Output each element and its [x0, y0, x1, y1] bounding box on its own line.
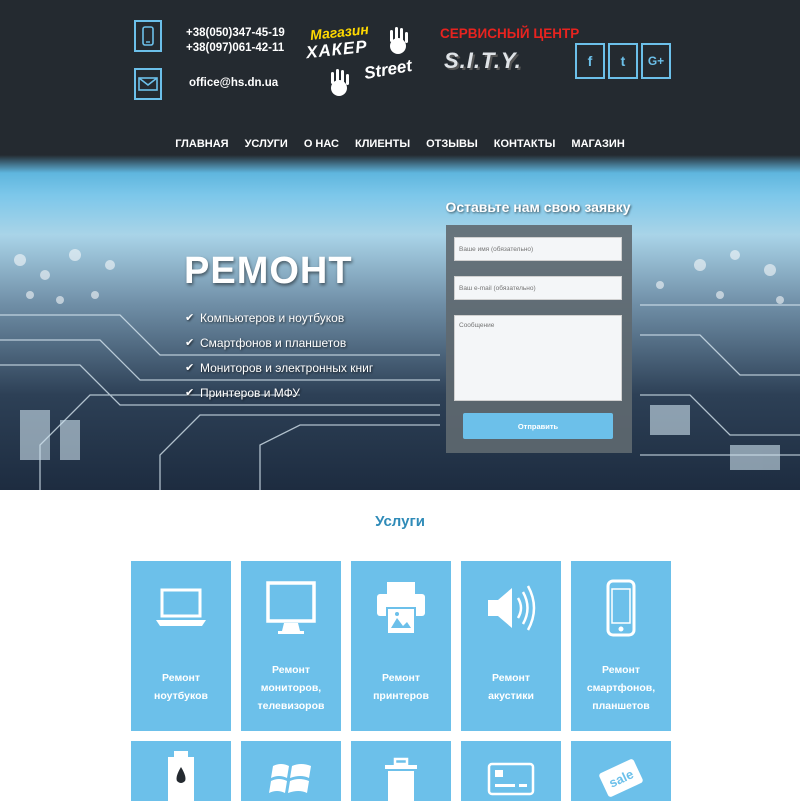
label-line: ноутбуков	[154, 690, 208, 702]
printer-icon	[351, 573, 451, 643]
label-line: смартфонов,	[586, 682, 656, 694]
handprint-icon	[390, 27, 408, 54]
monitor-icon	[241, 573, 341, 643]
request-form: Отправить	[446, 225, 632, 453]
circuit-board-background	[0, 249, 800, 490]
site-header: +38(050)347-45-19 +38(097)061-42-11 offi…	[0, 0, 800, 155]
service-tile-windows[interactable]	[241, 741, 341, 801]
nav-services[interactable]: УСЛУГИ	[245, 138, 288, 150]
hero-list-item: ✔ Компьютеров и ноутбуков	[185, 305, 373, 330]
label-line: Ремонт	[382, 672, 420, 684]
name-field[interactable]	[454, 237, 622, 261]
service-tile-cleaning[interactable]	[351, 741, 451, 801]
nav-home[interactable]: ГЛАВНАЯ	[175, 138, 228, 150]
services-section-title: Услуги	[375, 513, 425, 530]
hero-banner: РЕМОНТ ✔ Компьютеров и ноутбуков ✔ Смартфо…	[0, 155, 800, 490]
hero-list-item-text: Компьютеров и ноутбуков	[200, 310, 345, 325]
main-nav: ГЛАВНАЯ УСЛУГИ О НАС КЛИЕНТЫ ОТЗЫВЫ КОНТ…	[0, 138, 800, 150]
service-tile-label: Ремонт ноутбуков	[135, 669, 227, 705]
check-icon: ✔	[185, 312, 195, 324]
laptop-icon	[131, 573, 231, 643]
service-tile-speakers[interactable]: Ремонт акустики	[461, 561, 561, 731]
service-tile-laptops[interactable]: Ремонт ноутбуков	[131, 561, 231, 731]
check-icon: ✔	[185, 362, 195, 374]
google-plus-icon[interactable]: G+	[641, 43, 671, 79]
email-link[interactable]: office@hs.dn.ua	[189, 77, 278, 89]
phone-number-1[interactable]: +38(050)347-45-19	[186, 26, 285, 41]
facebook-glyph: f	[587, 53, 593, 69]
label-line: принтеров	[373, 690, 429, 702]
hero-title: РЕМОНТ	[184, 250, 353, 292]
message-field[interactable]	[454, 315, 622, 401]
phone-numbers: +38(050)347-45-19 +38(097)061-42-11	[186, 26, 285, 56]
hacker-street-logo[interactable]: Магазин ХАКЕР Street	[302, 21, 430, 104]
label-line: акустики	[488, 690, 534, 702]
service-tile-label: Ремонт смартфонов, планшетов	[575, 661, 667, 715]
label-line: Ремонт	[162, 672, 200, 684]
hero-list-item-text: Смартфонов и планшетов	[200, 335, 347, 350]
trash-icon	[351, 757, 451, 801]
nav-clients[interactable]: КЛИЕНТЫ	[355, 138, 410, 150]
phone-number-2[interactable]: +38(097)061-42-11	[186, 41, 285, 56]
logo-service-line2: S.I.T.Y.	[444, 48, 522, 73]
nav-reviews[interactable]: ОТЗЫВЫ	[426, 138, 478, 150]
submit-button[interactable]: Отправить	[463, 413, 613, 439]
sale-tag-icon: sale	[571, 755, 671, 801]
nav-contacts[interactable]: КОНТАКТЫ	[494, 138, 556, 150]
smartphone-icon	[571, 573, 671, 643]
mail-icon	[134, 68, 162, 100]
hero-services-list: ✔ Компьютеров и ноутбуков ✔ Смартфонов и п…	[185, 305, 373, 405]
hero-list-item: ✔ Мониторов и электронных книг	[185, 355, 373, 380]
service-tile-smartphones[interactable]: Ремонт смартфонов, планшетов	[571, 561, 671, 731]
service-tile-label: Ремонт мониторов, телевизоров	[245, 661, 337, 715]
hero-list-item-text: Мониторов и электронных книг	[200, 360, 374, 375]
service-tile-payment[interactable]	[461, 741, 561, 801]
label-line: Ремонт	[272, 664, 310, 676]
twitter-icon[interactable]: t	[608, 43, 638, 79]
service-tile-printers[interactable]: Ремонт принтеров	[351, 561, 451, 731]
handprint-icon	[331, 69, 349, 96]
phone-icon	[134, 20, 162, 52]
speaker-icon	[461, 573, 561, 643]
label-line: Ремонт	[602, 664, 640, 676]
logo-service-line1: СЕРВИСНЫЙ ЦЕНТР	[440, 26, 580, 41]
hero-list-item: ✔ Принтеров и МФУ	[185, 380, 373, 405]
twitter-glyph: t	[620, 53, 626, 69]
credit-card-icon	[461, 755, 561, 801]
check-icon: ✔	[185, 337, 195, 349]
windows-icon	[241, 755, 341, 801]
label-line: планшетов	[592, 700, 650, 712]
ink-cartridge-icon	[131, 751, 231, 801]
label-line: мониторов,	[260, 682, 322, 694]
service-tile-label: Ремонт акустики	[465, 669, 557, 705]
label-line: Ремонт	[492, 672, 530, 684]
service-tile-sale[interactable]: sale	[571, 741, 671, 801]
logo-shop-line3: Street	[362, 55, 414, 84]
service-tile-monitors[interactable]: Ремонт мониторов, телевизоров	[241, 561, 341, 731]
email-field[interactable]	[454, 276, 622, 300]
hero-list-item-text: Принтеров и МФУ	[200, 385, 300, 400]
google-plus-glyph: G+	[647, 54, 665, 68]
nav-shop[interactable]: МАГАЗИН	[571, 138, 624, 150]
hero-list-item: ✔ Смартфонов и планшетов	[185, 330, 373, 355]
service-center-logo[interactable]: СЕРВИСНЫЙ ЦЕНТР S.I.T.Y.	[440, 26, 579, 86]
facebook-icon[interactable]: f	[575, 43, 605, 79]
label-line: телевизоров	[257, 700, 325, 712]
request-form-title: Оставьте нам свою заявку	[445, 199, 631, 215]
service-tile-label: Ремонт принтеров	[355, 669, 447, 705]
nav-about[interactable]: О НАС	[304, 138, 339, 150]
check-icon: ✔	[185, 387, 195, 399]
service-tile-cartridges[interactable]	[131, 741, 231, 801]
